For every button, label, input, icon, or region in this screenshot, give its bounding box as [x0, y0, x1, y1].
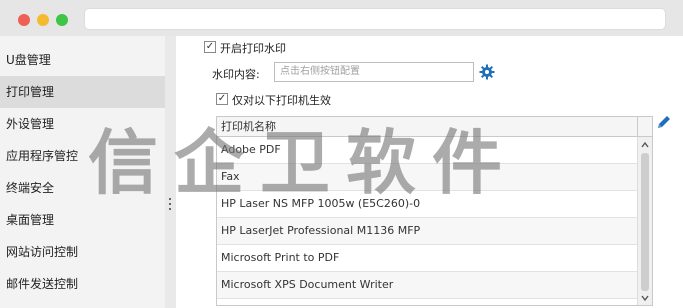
enable-watermark-label: 开启打印水印: [220, 42, 286, 55]
only-printers-checkbox[interactable]: ✓: [216, 93, 228, 105]
table-row[interactable]: HP LaserJet Professional M1136 MFP: [217, 218, 637, 245]
header-divider: [637, 117, 638, 137]
resize-grip[interactable]: [169, 198, 172, 212]
table-row[interactable]: HP Laser NS MFP 1005w (E5C260)-0: [217, 191, 637, 218]
address-bar[interactable]: [84, 8, 666, 30]
check-icon: ✓: [217, 93, 227, 104]
sidebar-item-print[interactable]: 打印管理: [0, 76, 165, 108]
watermark-content-input[interactable]: 点击右侧按钮配置: [274, 62, 474, 82]
watermark-content-label: 水印内容:: [212, 68, 260, 81]
table-row[interactable]: Microsoft Print to PDF: [217, 245, 637, 272]
browser-titlebar: [0, 0, 683, 36]
sidebar-item-peripherals[interactable]: 外设管理: [0, 108, 165, 140]
sidebar-item-web-access[interactable]: 网站访问控制: [0, 236, 165, 268]
chevron-up-icon[interactable]: [640, 140, 650, 150]
table-scrollbar[interactable]: [637, 137, 652, 305]
minimize-window-button[interactable]: [37, 14, 49, 26]
sidebar-item-app-control[interactable]: 应用程序管控: [0, 140, 165, 172]
table-row[interactable]: Microsoft XPS Document Writer: [217, 272, 637, 299]
gear-icon[interactable]: [479, 64, 495, 80]
sidebar-item-usb[interactable]: U盘管理: [0, 44, 165, 76]
chevron-down-icon[interactable]: [640, 293, 650, 303]
table-row[interactable]: Adobe PDF: [217, 137, 637, 164]
only-printers-label: 仅对以下打印机生效: [232, 94, 331, 107]
table-row[interactable]: Fax: [217, 164, 637, 191]
sidebar-item-endpoint-security[interactable]: 终端安全: [0, 172, 165, 204]
printer-name-column-header[interactable]: 打印机名称: [217, 117, 652, 137]
print-settings-panel: ✓ 开启打印水印 水印内容: 点击右侧按钮配置 ✓ 仅对以下打印机生效 打印机名…: [176, 36, 683, 308]
sidebar-item-desktop[interactable]: 桌面管理: [0, 204, 165, 236]
scrollbar-thumb[interactable]: [641, 153, 649, 291]
sidebar-item-mail-control[interactable]: 邮件发送控制: [0, 268, 165, 300]
pencil-icon[interactable]: [656, 114, 672, 130]
sidebar: U盘管理 打印管理 外设管理 应用程序管控 终端安全 桌面管理 网站访问控制 邮…: [0, 36, 165, 308]
enable-watermark-checkbox[interactable]: ✓: [204, 41, 216, 53]
check-icon: ✓: [205, 41, 215, 52]
printer-table: 打印机名称 Adobe PDF Fax HP Laser NS MFP 1005…: [216, 116, 653, 306]
maximize-window-button[interactable]: [56, 14, 68, 26]
close-window-button[interactable]: [18, 14, 30, 26]
